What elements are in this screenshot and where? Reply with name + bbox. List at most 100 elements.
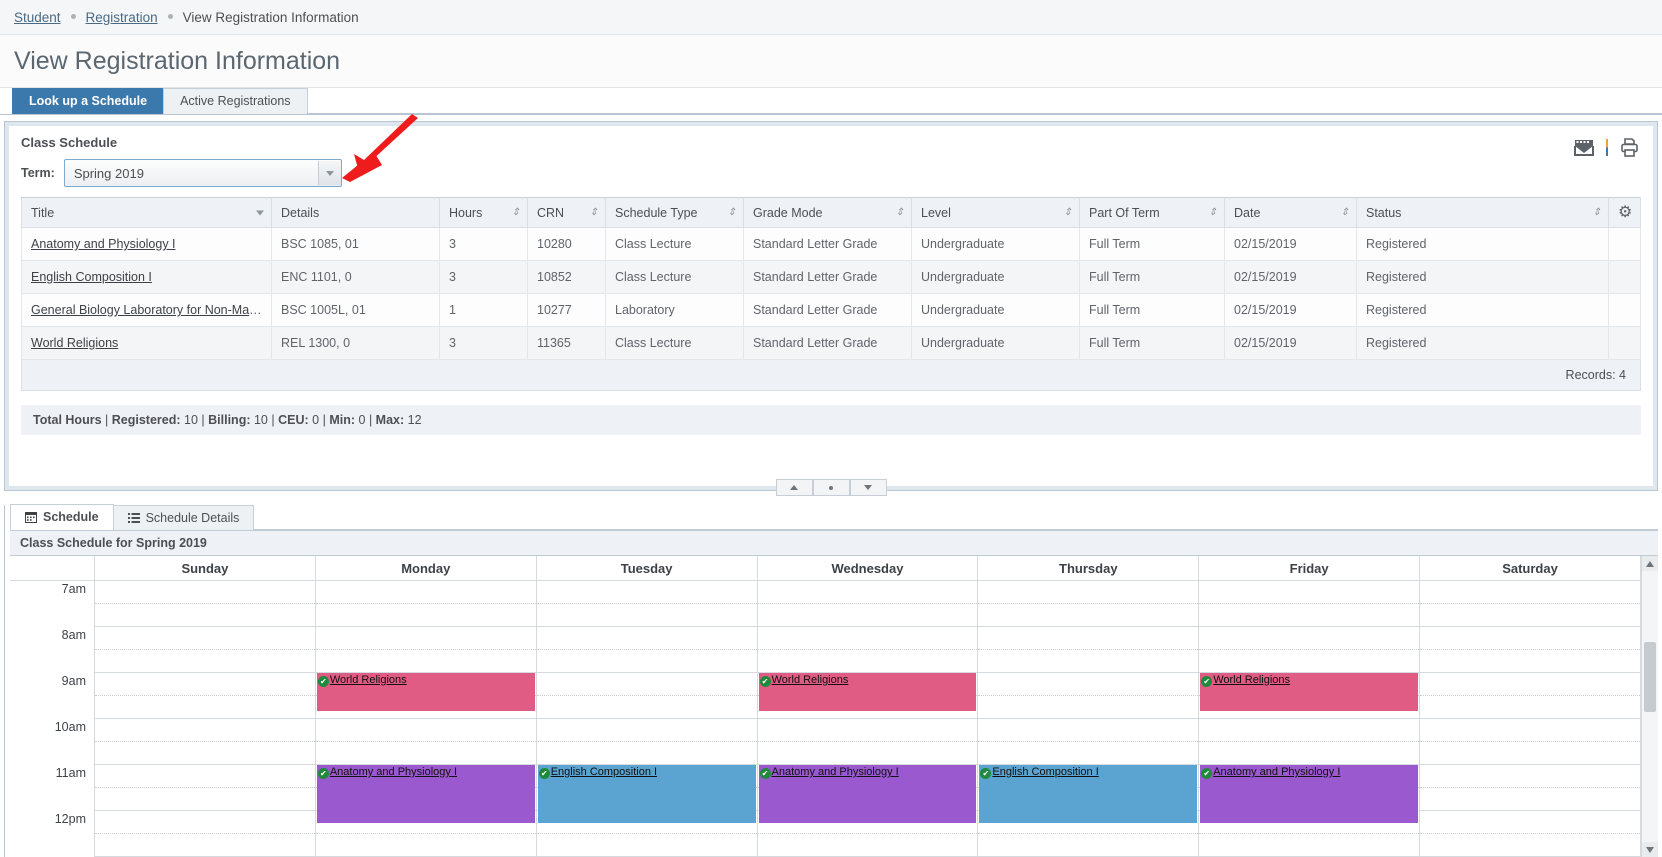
calendar-slot-wednesday-3[interactable] (757, 649, 979, 673)
gear-icon[interactable]: ⚙ (1618, 204, 1632, 221)
calendar-slot-tuesday-11[interactable] (536, 833, 758, 857)
calendar-slot-thursday-8[interactable]: ✔ English Composition I (977, 764, 1200, 823)
calendar-slot-wednesday-4[interactable]: ✔ World Religions (757, 672, 979, 711)
calendar-event-title[interactable]: English Composition I (551, 766, 657, 778)
calendar-slot-wednesday-5[interactable] (757, 695, 979, 719)
table-row[interactable]: English Composition I ENC 1101, 0 3 10852 Cl… (21, 260, 1641, 294)
calendar-slot-saturday-2[interactable] (1419, 626, 1641, 650)
calendar-event-title[interactable]: Anatomy and Physiology I (330, 766, 457, 778)
calendar-slot-thursday-5[interactable] (977, 695, 1200, 719)
calendar-event-title[interactable]: World Religions (330, 674, 407, 686)
filter-icon[interactable] (256, 210, 264, 215)
calendar-slot-thursday-7[interactable] (977, 741, 1200, 765)
calendar-slot-saturday-5[interactable] (1419, 695, 1641, 719)
calendar-slot-monday-9[interactable] (315, 787, 537, 811)
calendar-slot-tuesday-0[interactable] (536, 580, 758, 604)
calendar-slot-thursday-10[interactable] (977, 810, 1200, 834)
calendar-email-icon[interactable] (1574, 139, 1594, 156)
calendar-slot-tuesday-4[interactable] (536, 672, 758, 696)
chevron-down-icon[interactable] (317, 161, 341, 185)
calendar-slot-friday-11[interactable] (1198, 833, 1421, 857)
calendar-event-title[interactable]: World Religions (772, 674, 849, 686)
calendar-slot-thursday-3[interactable] (977, 649, 1200, 673)
calendar-slot-sunday-3[interactable] (94, 649, 316, 673)
calendar-slot-tuesday-7[interactable] (536, 741, 758, 765)
calendar-slot-friday-6[interactable] (1198, 718, 1421, 742)
calendar-slot-monday-8[interactable]: ✔ Anatomy and Physiology I (315, 764, 537, 823)
table-row[interactable]: World Religions REL 1300, 0 3 11365 Class Le… (21, 326, 1641, 360)
column-header-date[interactable]: Date ⇕ (1224, 197, 1357, 228)
scroll-up-icon[interactable] (1642, 556, 1658, 571)
calendar-vertical-scrollbar[interactable] (1641, 556, 1658, 857)
calendar-slot-friday-9[interactable] (1198, 787, 1421, 811)
calendar-slot-monday-7[interactable] (315, 741, 537, 765)
calendar-slot-tuesday-10[interactable] (536, 810, 758, 834)
calendar-slot-tuesday-1[interactable] (536, 603, 758, 627)
table-row[interactable]: General Biology Laboratory for Non-Major… (21, 293, 1641, 327)
subtab-schedule-details[interactable]: Schedule Details (112, 505, 255, 530)
calendar-slot-monday-4[interactable]: ✔ World Religions (315, 672, 537, 711)
calendar-slot-monday-3[interactable] (315, 649, 537, 673)
calendar-slot-thursday-4[interactable] (977, 672, 1200, 696)
column-header-part-of-term[interactable]: Part Of Term ⇕ (1079, 197, 1225, 228)
term-select[interactable]: Spring 2019 (63, 159, 342, 187)
calendar-slot-tuesday-5[interactable] (536, 695, 758, 719)
calendar-slot-thursday-0[interactable] (977, 580, 1200, 604)
splitter-collapse-down-button[interactable] (849, 479, 887, 496)
subtab-schedule[interactable]: Schedule (10, 504, 114, 530)
course-title-link[interactable]: English Composition I (31, 270, 152, 284)
calendar-slot-saturday-9[interactable] (1419, 787, 1641, 811)
calendar-slot-wednesday-1[interactable] (757, 603, 979, 627)
calendar-slot-friday-7[interactable] (1198, 741, 1421, 765)
calendar-event-title[interactable]: English Composition I (992, 766, 1098, 778)
calendar-slot-thursday-9[interactable] (977, 787, 1200, 811)
calendar-slot-monday-11[interactable] (315, 833, 537, 857)
course-title-link[interactable]: General Biology Laboratory for Non-Major… (31, 303, 269, 317)
sort-icon[interactable]: ⇕ (728, 207, 736, 218)
sort-icon[interactable]: ⇕ (1064, 207, 1072, 218)
course-title-link[interactable]: Anatomy and Physiology I (31, 237, 176, 251)
calendar-slot-thursday-6[interactable] (977, 718, 1200, 742)
calendar-slot-saturday-11[interactable] (1419, 833, 1641, 857)
calendar-slot-saturday-6[interactable] (1419, 718, 1641, 742)
calendar-slot-saturday-0[interactable] (1419, 580, 1641, 604)
calendar-slot-saturday-10[interactable] (1419, 810, 1641, 834)
calendar-slot-friday-10[interactable] (1198, 810, 1421, 834)
course-title-link[interactable]: World Religions (31, 336, 118, 350)
calendar-slot-wednesday-0[interactable] (757, 580, 979, 604)
sort-icon[interactable]: ⇕ (1209, 207, 1217, 218)
calendar-slot-monday-5[interactable] (315, 695, 537, 719)
calendar-slot-sunday-11[interactable] (94, 833, 316, 857)
column-header-details[interactable]: Details (271, 197, 440, 228)
calendar-slot-tuesday-2[interactable] (536, 626, 758, 650)
calendar-event-title[interactable]: Anatomy and Physiology I (772, 766, 899, 778)
column-header-title[interactable]: Title (21, 197, 272, 228)
calendar-slot-wednesday-2[interactable] (757, 626, 979, 650)
calendar-slot-thursday-11[interactable] (977, 833, 1200, 857)
scrollbar-thumb[interactable] (1644, 642, 1656, 712)
sort-icon[interactable]: ⇕ (1593, 207, 1601, 218)
calendar-slot-friday-4[interactable]: ✔ World Religions (1198, 672, 1421, 711)
sort-icon[interactable]: ⇕ (590, 207, 598, 218)
calendar-slot-wednesday-8[interactable]: ✔ Anatomy and Physiology I (757, 764, 979, 823)
calendar-slot-monday-1[interactable] (315, 603, 537, 627)
sort-icon[interactable]: ⇕ (512, 207, 520, 218)
printer-icon[interactable] (1620, 138, 1639, 157)
calendar-slot-sunday-4[interactable] (94, 672, 316, 696)
column-header-level[interactable]: Level ⇕ (911, 197, 1080, 228)
calendar-slot-sunday-0[interactable] (94, 580, 316, 604)
tab-look-up-a-schedule[interactable]: Look up a Schedule (12, 88, 165, 114)
calendar-slot-saturday-3[interactable] (1419, 649, 1641, 673)
calendar-slot-tuesday-6[interactable] (536, 718, 758, 742)
table-row[interactable]: Anatomy and Physiology I BSC 1085, 01 3 102… (21, 227, 1641, 261)
calendar-slot-sunday-9[interactable] (94, 787, 316, 811)
calendar-slot-friday-3[interactable] (1198, 649, 1421, 673)
calendar-slot-saturday-4[interactable] (1419, 672, 1641, 696)
calendar-slot-tuesday-3[interactable] (536, 649, 758, 673)
column-header-schedule-type[interactable]: Schedule Type ⇕ (605, 197, 744, 228)
column-settings-button[interactable]: ⚙ (1608, 197, 1641, 228)
calendar-slot-sunday-5[interactable] (94, 695, 316, 719)
calendar-slot-saturday-1[interactable] (1419, 603, 1641, 627)
column-header-crn[interactable]: CRN ⇕ (527, 197, 606, 228)
tab-active-registrations[interactable]: Active Registrations (163, 88, 308, 114)
